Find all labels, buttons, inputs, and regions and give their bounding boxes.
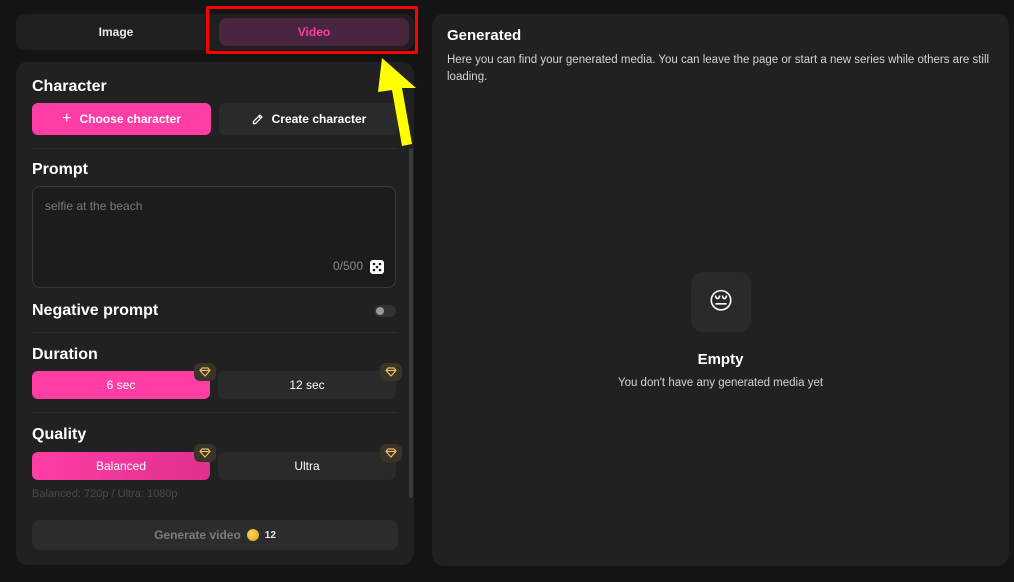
prompt-char-count: 0/500 xyxy=(332,259,363,273)
premium-gem-icon xyxy=(380,363,402,381)
quality-option-ultra[interactable]: Ultra xyxy=(218,452,396,480)
prompt-title: Prompt xyxy=(32,161,88,178)
divider xyxy=(32,148,398,149)
negative-prompt-toggle[interactable] xyxy=(374,305,396,317)
quality-note: Balanced: 720p / Ultra: 1080p xyxy=(32,488,178,500)
toggle-knob xyxy=(376,307,384,315)
premium-gem-icon xyxy=(194,444,216,462)
empty-state-text: You don't have any generated media yet xyxy=(617,377,824,389)
quality-title: Quality xyxy=(32,426,87,443)
premium-gem-icon xyxy=(380,444,402,462)
create-character-label: Create character xyxy=(271,112,367,126)
coin-icon xyxy=(246,529,259,541)
tab-image[interactable]: Image xyxy=(20,18,212,46)
generated-panel: Generated Here you can find your generat… xyxy=(432,14,1009,566)
generate-video-label: Generate video xyxy=(154,528,241,542)
empty-state-title: Empty xyxy=(697,351,744,368)
plus-icon: + xyxy=(62,110,72,127)
generated-title: Generated xyxy=(447,27,522,44)
divider xyxy=(32,412,398,413)
choose-character-label: Choose character xyxy=(79,112,181,126)
prompt-input[interactable]: selfie at the beach 0/500 xyxy=(32,186,396,288)
choose-character-button[interactable]: + Choose character xyxy=(32,103,211,135)
tab-video[interactable]: Video xyxy=(219,18,409,46)
settings-scrollbar[interactable] xyxy=(409,148,413,498)
pencil-icon xyxy=(251,113,264,126)
settings-panel: Character + Choose character Create char… xyxy=(16,62,414,565)
duration-title: Duration xyxy=(32,346,98,363)
negative-prompt-title: Negative prompt xyxy=(32,302,159,319)
divider xyxy=(32,332,398,333)
dice-icon[interactable] xyxy=(369,259,385,275)
prompt-placeholder: selfie at the beach xyxy=(45,199,143,213)
generate-video-button[interactable]: Generate video 12 xyxy=(32,520,398,550)
sad-face-icon: 😔 xyxy=(708,288,734,315)
media-type-tabs: Image Video xyxy=(16,14,414,50)
duration-option-12-sec[interactable]: 12 sec xyxy=(218,371,396,399)
empty-state-icon: 😔 xyxy=(691,272,751,332)
generated-description: Here you can find your generated media. … xyxy=(447,54,990,83)
quality-option-balanced[interactable]: Balanced xyxy=(32,452,210,480)
character-title: Character xyxy=(32,78,107,95)
duration-option-6-sec[interactable]: 6 sec xyxy=(32,371,210,399)
create-character-button[interactable]: Create character xyxy=(219,103,398,135)
premium-gem-icon xyxy=(194,363,216,381)
generate-cost: 12 xyxy=(264,529,276,541)
